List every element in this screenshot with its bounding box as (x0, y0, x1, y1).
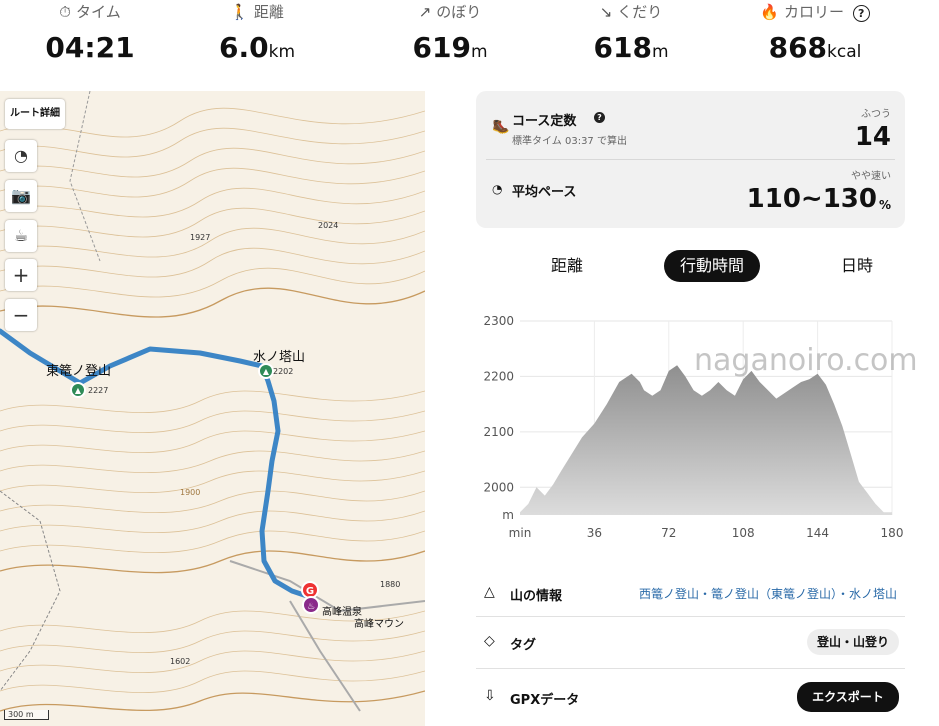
pace-rating: やや速い (851, 171, 891, 182)
y-tick-label: 2300 (483, 314, 514, 328)
goal-label: G (306, 586, 314, 597)
gpx-download-icon: ⇩ (484, 688, 496, 704)
tab-activity-time[interactable]: 行動時間 (664, 250, 760, 282)
stat-ascent-label: のぼり (436, 3, 482, 21)
stat-distance-label: 距離 (253, 3, 284, 21)
svg-text:▲: ▲ (263, 367, 270, 376)
elevation-chart: 2000 2100 2200 2300 m min 36 72 108 144 180 (483, 314, 904, 540)
stat-descent-label: くだり (617, 3, 663, 21)
spot-elev-4: 1602 (170, 657, 190, 666)
stat-calories-value: 868 (768, 31, 828, 64)
timer-icon: ⏱ (59, 3, 71, 21)
gpx-label: GPXデータ (510, 693, 580, 708)
peak1-elev: 2227 (88, 386, 108, 395)
y-tick-label: 2000 (483, 480, 514, 494)
elevation-area (520, 365, 892, 515)
contour-label: 1900 (180, 488, 200, 497)
stat-descent-value: 618 (593, 31, 652, 64)
tag-label: タグ (510, 638, 537, 653)
mountain-links[interactable]: 西篭ノ登山・篭ノ登山（東篭ノ登山）・水ノ塔山 (639, 585, 897, 602)
map-canvas[interactable]: ▲ ▲ G ♨ 東篭ノ登山 2227 水ノ塔山 2202 1927 2024 1… (0, 91, 425, 726)
y-tick-label: 2100 (483, 425, 514, 439)
stat-descent-unit: m (651, 42, 669, 62)
course-constant-label: コース定数 (512, 114, 577, 129)
stat-calories-label: カロリー (783, 3, 844, 21)
stats-bar: ⏱ タイム 04:21 🚶 距離 6.0km ↗ のぼり 619m ↘ くだり 618m… (0, 0, 939, 85)
x-tick-label: 108 (732, 526, 755, 540)
camera-icon[interactable]: 📷 (5, 180, 37, 212)
pace-unit: % (878, 198, 891, 212)
course-card: 🥾 コース定数 ? 標準タイム 03:37 で算出 ふつう 14 ◔ 平均ペース… (476, 91, 905, 228)
onsen-label: 高峰温泉 (322, 605, 362, 618)
spot-elev-3: 1880 (380, 580, 400, 589)
x-tick-label: 36 (587, 526, 602, 540)
chart-tabs: 距離 行動時間 日時 (476, 248, 905, 284)
stat-time-value: 04:21 (45, 31, 135, 64)
difficulty-rating: ふつう (861, 109, 891, 120)
zoom-out-icon[interactable]: − (5, 299, 37, 331)
cup-icon[interactable]: ☕ (5, 220, 37, 252)
divider (486, 159, 895, 160)
svg-text:♨: ♨ (307, 602, 315, 612)
mountain-info-row: △ 山の情報 西篭ノ登山・篭ノ登山（東篭ノ登山）・水ノ塔山 (476, 572, 905, 617)
stat-time-label: タイム (76, 3, 121, 21)
standard-time: 標準タイム 03:37 で算出 (512, 136, 627, 147)
pace-value: 110~130 (746, 184, 877, 214)
stat-ascent-unit: m (470, 42, 488, 62)
hiker-icon: 🥾 (492, 119, 510, 135)
tag-row: ◇ タグ 登山・山登り (476, 616, 905, 669)
stat-ascent: ↗ のぼり 619m (360, 0, 540, 74)
x-tick-label: 144 (806, 526, 829, 540)
stat-distance-value: 6.0 (218, 31, 269, 64)
tag-icon: ◇ (484, 633, 495, 649)
route-map[interactable]: ▲ ▲ G ♨ 東篭ノ登山 2227 水ノ塔山 2202 1927 2024 1… (0, 91, 425, 726)
stat-time: ⏱ タイム 04:21 (0, 0, 180, 70)
y-axis-unit: m (502, 508, 514, 522)
x-tick-label: 180 (881, 526, 904, 540)
spot-elev-1: 1927 (190, 233, 210, 242)
stat-distance-unit: km (268, 42, 295, 62)
help-icon[interactable]: ? (852, 5, 870, 22)
watermark: naganoiro.com (694, 343, 918, 378)
map-scale: 300 m (4, 710, 49, 720)
x-tick-label: 72 (661, 526, 676, 540)
peak2-elev: 2202 (273, 367, 293, 376)
tab-datetime[interactable]: 日時 (822, 250, 892, 282)
stat-descent: ↘ くだり 618m (541, 0, 721, 74)
pace-label: 平均ペース (512, 185, 577, 200)
mountain-info-label: 山の情報 (510, 589, 563, 604)
tab-distance[interactable]: 距離 (534, 250, 600, 282)
stat-distance: 🚶 距離 6.0km (167, 0, 347, 74)
stat-calories: 🔥 カロリー ? 868kcal (725, 0, 905, 74)
flame-icon: 🔥 (760, 3, 779, 21)
mountain-icon: △ (484, 584, 495, 600)
speedometer-icon[interactable]: ◔ (5, 140, 37, 172)
peak1-label: 東篭ノ登山 (46, 363, 111, 379)
peak2-label: 水ノ塔山 (253, 350, 305, 365)
walker-icon: 🚶 (230, 3, 249, 21)
x-axis-unit: min (509, 526, 532, 540)
arrow-down-right-icon: ↘ (599, 3, 613, 21)
zoom-in-icon[interactable]: + (5, 259, 37, 291)
course-constant-value: 14 (854, 122, 891, 152)
y-tick-label: 2200 (483, 369, 514, 383)
tag-pill[interactable]: 登山・山登り (807, 629, 899, 655)
spot-elev-2: 2024 (318, 221, 338, 230)
stat-calories-unit: kcal (827, 42, 862, 62)
stat-ascent-value: 619 (412, 31, 471, 64)
gpx-row: ⇩ GPXデータ エクスポート (476, 668, 905, 726)
svg-text:▲: ▲ (75, 386, 82, 395)
arrow-up-right-icon: ↗ (418, 3, 432, 21)
mountain-label: 高峰マウン (354, 617, 404, 630)
help-icon[interactable]: ? (594, 112, 605, 123)
route-detail-button[interactable]: ルート詳細 (5, 99, 65, 129)
export-button[interactable]: エクスポート (797, 682, 899, 712)
pace-gauge-icon: ◔ (492, 182, 503, 196)
